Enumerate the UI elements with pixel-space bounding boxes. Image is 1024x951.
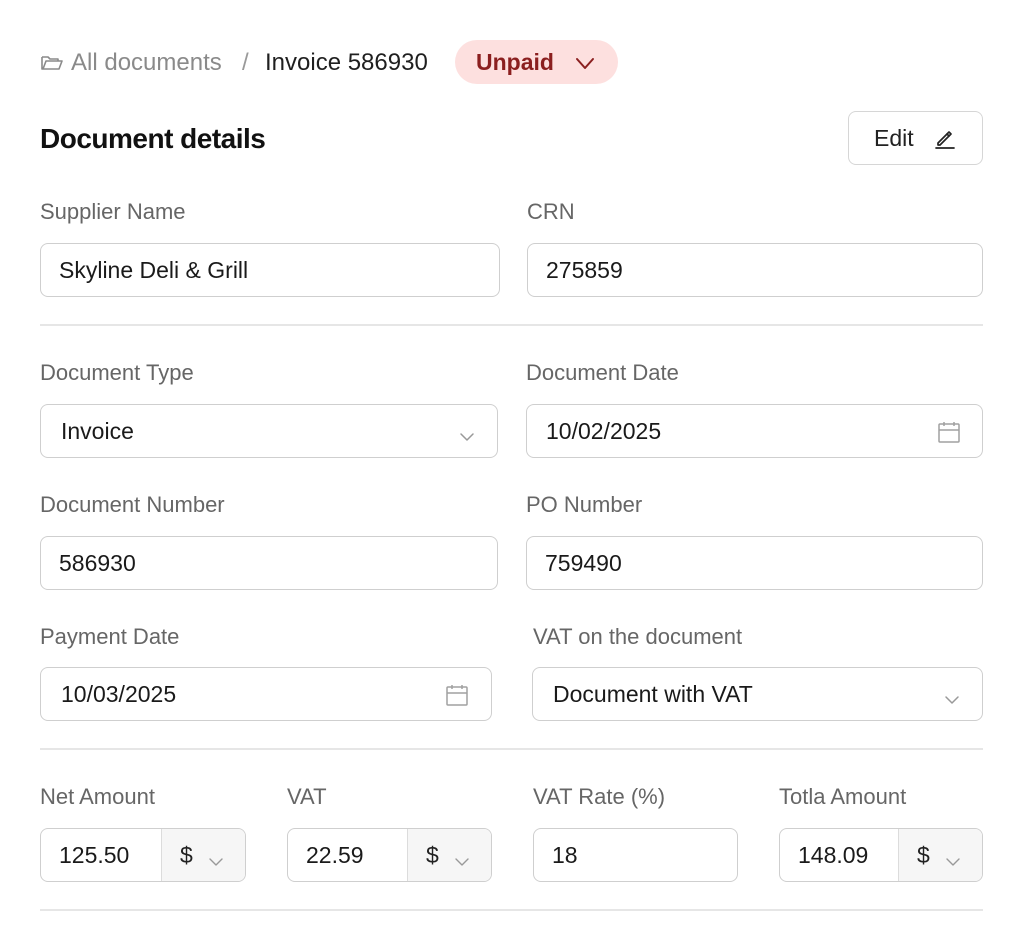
document-type-select[interactable]: Invoice [40,404,498,458]
vat-on-document-select[interactable]: Document with VAT [532,667,983,721]
document-type-value: Invoice [61,417,134,444]
vat-input[interactable]: 22.59 $ [287,828,492,882]
payment-date-value: 10/03/2025 [61,680,177,707]
breadcrumb-all-documents[interactable]: All documents [71,48,222,78]
supplier-name-label: Supplier Name [40,199,186,224]
vat-on-document-label: VAT on the document [533,624,743,649]
document-date-input[interactable]: 10/02/2025 [526,404,983,458]
document-number-value: 586930 [59,549,136,576]
currency-label: $ [180,841,193,868]
edit-button-label: Edit [874,124,914,151]
payment-date-input[interactable]: 10/03/2025 [40,667,492,721]
crn-input[interactable]: 275859 [527,243,983,297]
chevron-down-icon [455,848,469,866]
calendar-icon[interactable] [445,683,469,707]
supplier-name-input[interactable]: Skyline Deli & Grill [40,243,500,297]
divider [40,909,983,911]
document-number-label: Document Number [40,492,225,517]
divider [40,324,983,326]
total-amount-currency-select[interactable]: $ [898,829,982,881]
chevron-down-icon [944,687,960,704]
total-amount-input[interactable]: 148.09 $ [779,828,983,882]
chevron-down-icon [575,52,595,72]
vat-value: 22.59 [306,841,364,868]
chevron-down-icon [209,848,223,866]
vat-currency-select[interactable]: $ [407,829,491,881]
status-badge[interactable]: Unpaid [455,40,618,84]
total-amount-label: Totla Amount [779,784,907,809]
vat-rate-label: VAT Rate (%) [533,784,666,809]
net-amount-currency-select[interactable]: $ [161,829,245,881]
crn-value: 275859 [546,256,623,283]
chevron-down-icon [459,424,475,441]
net-amount-label: Net Amount [40,784,155,809]
chevron-down-icon [946,848,960,866]
vat-rate-value: 18 [552,841,578,868]
net-amount-input[interactable]: 125.50 $ [40,828,246,882]
breadcrumb-separator: / [242,49,249,76]
vat-rate-input[interactable]: 18 [533,828,738,882]
pencil-icon [934,127,956,149]
vat-on-document-value: Document with VAT [553,680,753,707]
po-number-label: PO Number [526,492,643,517]
po-number-value: 759490 [545,549,622,576]
vat-label: VAT [287,784,327,809]
folder-icon [40,52,64,74]
currency-label: $ [426,841,439,868]
breadcrumb-current: Invoice 586930 [265,49,428,76]
currency-label: $ [917,841,930,868]
total-amount-value: 148.09 [798,841,869,868]
document-number-input[interactable]: 586930 [40,536,498,590]
document-date-label: Document Date [526,360,679,385]
status-label: Unpaid [476,48,554,75]
edit-button[interactable]: Edit [848,111,983,165]
document-date-value: 10/02/2025 [546,417,662,444]
document-type-label: Document Type [40,360,194,385]
supplier-name-value: Skyline Deli & Grill [59,256,249,283]
divider [40,748,983,750]
crn-label: CRN [527,199,575,224]
po-number-input[interactable]: 759490 [526,536,983,590]
net-amount-value: 125.50 [59,841,130,868]
page-title: Document details [40,123,266,154]
payment-date-label: Payment Date [40,624,180,649]
calendar-icon[interactable] [937,420,961,444]
